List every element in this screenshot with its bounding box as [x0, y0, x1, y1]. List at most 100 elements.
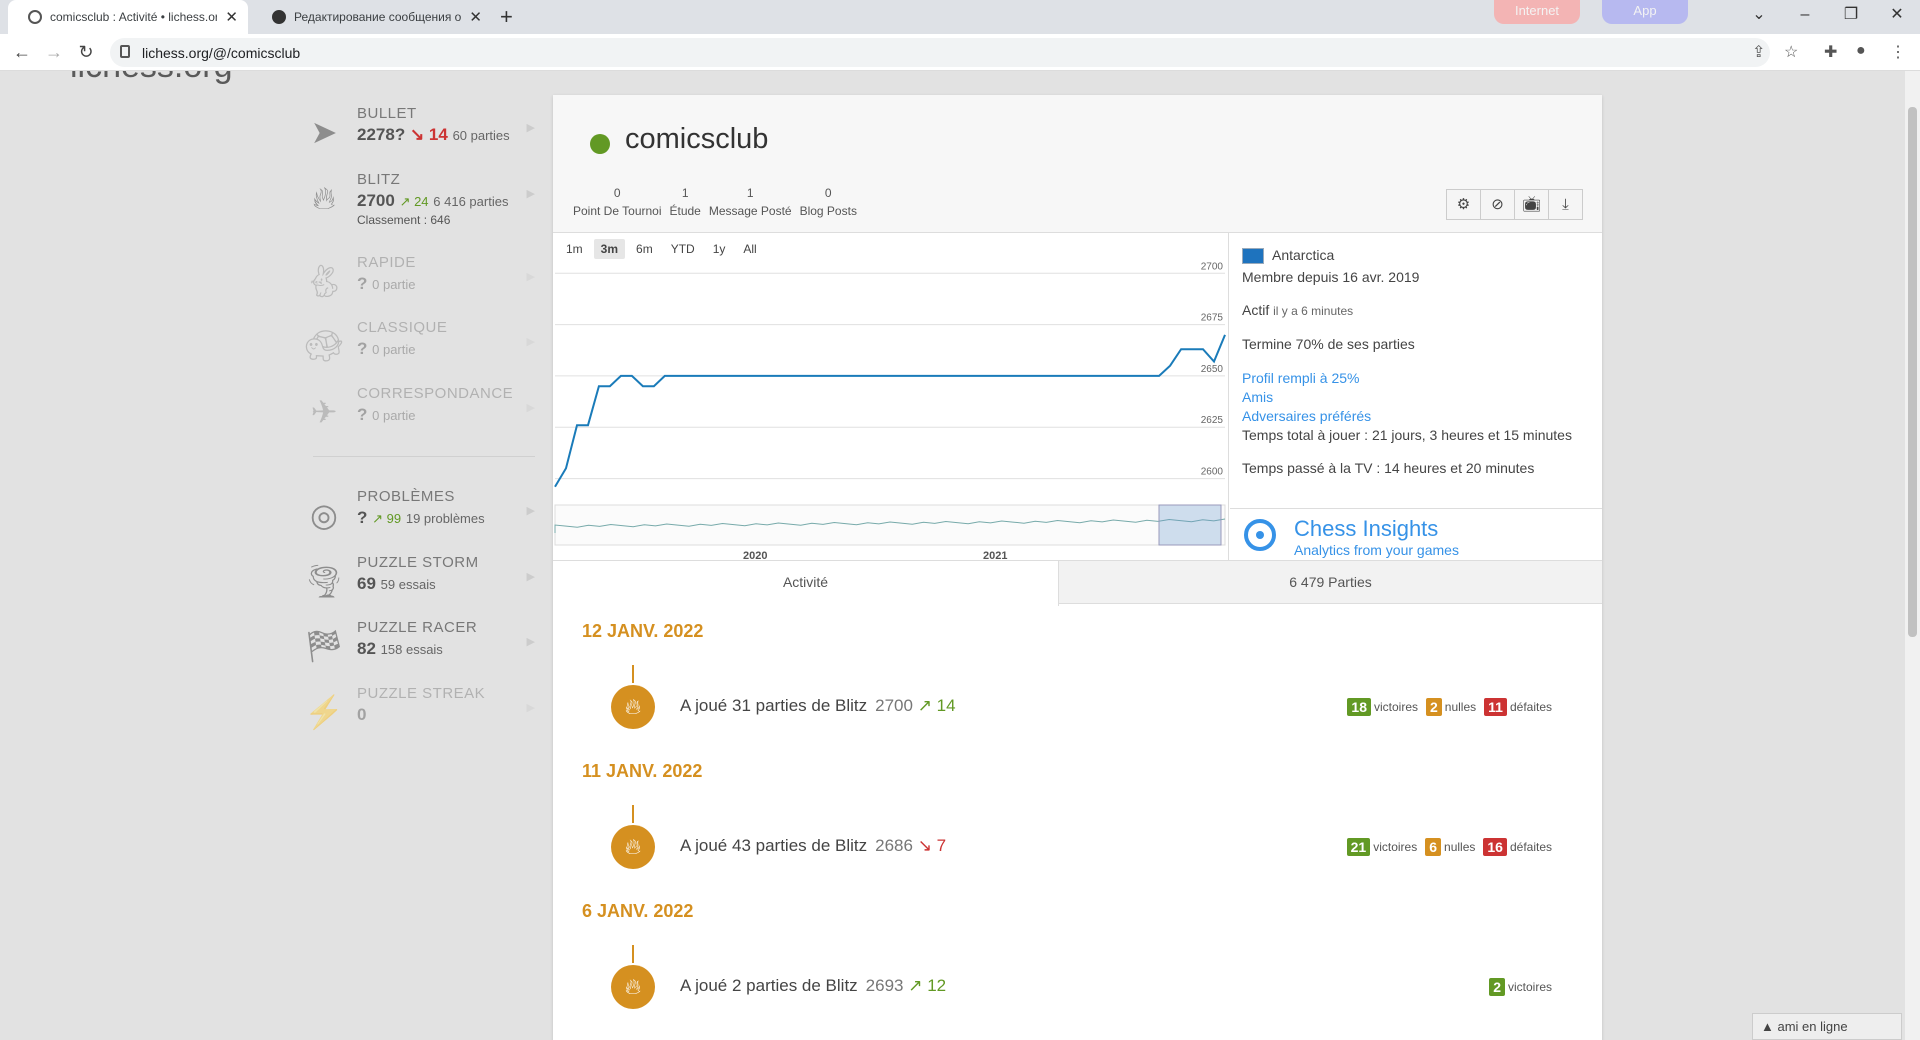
- minimize-button[interactable]: –: [1782, 0, 1828, 30]
- address-bar-row: ← → ↻ lichess.org/@/comicsclub ⇪ ☆ ✚ ● ⋮: [0, 34, 1920, 71]
- activity-date: 12 JANV. 2022: [582, 621, 704, 641]
- activity-text[interactable]: A joué 43 parties de Blitz 2686 ↘ 7: [680, 836, 946, 856]
- rating-line: [554, 334, 1226, 488]
- profile-box: comicsclub 0 Point De Tournoi 1 Étude 1 Mes…: [553, 95, 1602, 1040]
- perf-value: ? ↗ 99 19 problèmes: [357, 508, 485, 527]
- perf-name: PUZZLE STREAK: [357, 685, 486, 702]
- profile-completion-link[interactable]: Profil rempli à 25%: [1242, 370, 1360, 386]
- fire-icon: 🔥︎: [611, 965, 655, 1009]
- close-tab-icon[interactable]: ✕: [225, 8, 238, 26]
- chrome-menu-icon[interactable]: ⋮: [1890, 42, 1906, 62]
- count-blog-posts[interactable]: 0 Blog Posts: [800, 184, 857, 220]
- perf-rapid[interactable]: 🐇︎ RAPIDE ? 0 partie ▶: [303, 254, 535, 314]
- activity-date: 11 JANV. 2022: [582, 761, 703, 781]
- perf-puzzles[interactable]: ◎ PROBLÈMES ? ↗ 99 19 problèmes ▶: [303, 488, 535, 548]
- browser-tab[interactable]: Редактирование сообщения от ✕: [252, 0, 492, 34]
- perf-correspondence[interactable]: ✈ CORRESPONDANCE ? 0 partie ▶: [303, 385, 535, 445]
- y-tick-label: 2600: [1201, 467, 1224, 478]
- rating-chart: 1m 3m 6m YTD 1y All 2700 2675 2650 2625 2600 2020 2…: [553, 233, 1229, 560]
- chevron-right-icon: ▶: [526, 505, 535, 517]
- insights-subtitle: Analytics from your games: [1294, 542, 1459, 558]
- tab-title: comicsclub : Activité • lichess.org: [50, 10, 218, 24]
- profile-counts: 0 Point De Tournoi 1 Étude 1 Message Posté …: [573, 184, 857, 220]
- perf-value: 69 59 essais: [357, 574, 436, 593]
- back-arrow-icon[interactable]: ←: [10, 40, 34, 64]
- paper-plane-icon: ✈: [310, 394, 338, 430]
- perf-name: BLITZ: [357, 171, 401, 188]
- perf-name: PROBLÈMES: [357, 488, 455, 505]
- tab-title: Редактирование сообщения от: [294, 10, 462, 24]
- chess-insights-link[interactable]: Chess Insights Analytics from your games: [1230, 508, 1602, 560]
- perf-value: 82 158 essais: [357, 639, 443, 658]
- chevron-right-icon: ▶: [526, 122, 535, 134]
- completion-rate: Termine 70% de ses parties: [1242, 336, 1415, 352]
- count-tournament[interactable]: 0 Point De Tournoi: [573, 184, 662, 220]
- perf-puzzle-streak[interactable]: ⚡ PUZZLE STREAK 0 ▶: [303, 685, 535, 745]
- site-logo[interactable]: lichess.org: [70, 71, 233, 86]
- chevron-right-icon: ▶: [526, 271, 535, 283]
- scrollbar-thumb[interactable]: [1908, 107, 1917, 637]
- page-scrollbar[interactable]: [1905, 71, 1920, 1040]
- perf-puzzle-storm[interactable]: 🌪︎ PUZZLE STORM 69 59 essais ▶: [303, 554, 535, 614]
- extensions-puzzle-icon[interactable]: ✚: [1824, 42, 1837, 62]
- browser-tab-active[interactable]: comicsclub : Activité • lichess.org ✕: [8, 0, 248, 34]
- y-tick-label: 2700: [1201, 261, 1224, 272]
- perf-puzzle-racer[interactable]: 🏁︎ PUZZLE RACER 82 158 essais ▶: [303, 619, 535, 679]
- reload-icon[interactable]: ↻: [74, 40, 98, 64]
- url-text: lichess.org/@/comicsclub: [142, 45, 301, 61]
- perf-bullet[interactable]: ➤ BULLET 2278? ↘ 14 60 parties ▶: [303, 105, 535, 165]
- fire-icon: 🔥︎: [611, 685, 655, 729]
- block-icon[interactable]: ⊘: [1480, 189, 1515, 220]
- chevron-right-icon: ▶: [526, 702, 535, 714]
- new-tab-button[interactable]: +: [500, 4, 513, 30]
- perf-name: PUZZLE STORM: [357, 554, 479, 571]
- count-forum-posts[interactable]: 1 Message Posté: [709, 184, 792, 220]
- fire-icon: 🔥︎: [312, 180, 336, 216]
- activity-entry: 🔥︎ A joué 31 parties de Blitz 2700 ↗ 14 1…: [553, 665, 1602, 735]
- insights-title: Chess Insights: [1294, 516, 1439, 541]
- internet-pill[interactable]: Internet: [1494, 0, 1580, 24]
- tv-icon[interactable]: 📺︎: [1514, 189, 1549, 220]
- tab-games[interactable]: 6 479 Parties: [1059, 561, 1602, 605]
- forward-arrow-icon[interactable]: →: [42, 40, 66, 64]
- y-tick-label: 2625: [1201, 415, 1224, 426]
- timeline-stem: [632, 805, 634, 823]
- close-tab-icon[interactable]: ✕: [469, 8, 482, 26]
- omnibox[interactable]: lichess.org/@/comicsclub: [110, 38, 1770, 67]
- friends-link[interactable]: Amis: [1242, 389, 1273, 405]
- perf-classical[interactable]: 🐢︎ CLASSIQUE ? 0 partie ▶: [303, 319, 535, 379]
- count-study[interactable]: 1 Étude: [670, 184, 701, 220]
- perf-value: 0: [357, 705, 367, 724]
- tab-activity[interactable]: Activité: [553, 561, 1059, 606]
- rating-chart-svg: 2700 2675 2650 2625 2600 2020 2021: [554, 261, 1226, 560]
- friends-online-bar[interactable]: ▲ ami en ligne: [1752, 1013, 1902, 1040]
- perf-value: ? 0 partie: [357, 339, 416, 358]
- y-tick-label: 2675: [1201, 313, 1224, 324]
- chevron-right-icon: ▶: [526, 402, 535, 414]
- turtle-icon: 🐢︎: [303, 328, 345, 364]
- perf-blitz[interactable]: 🔥︎ BLITZ 2700 ↗ 24 6 416 parties Classem…: [303, 171, 535, 231]
- online-status-dot: [590, 134, 610, 154]
- perf-value: ? 0 partie: [357, 274, 416, 293]
- activity-text[interactable]: A joué 2 parties de Blitz 2693 ↗ 12: [680, 976, 946, 996]
- maximize-button[interactable]: ❐: [1828, 0, 1874, 30]
- bookmark-star-icon[interactable]: ☆: [1784, 42, 1798, 62]
- app-pill[interactable]: App: [1602, 0, 1688, 24]
- checkered-flag-icon: 🏁︎: [303, 628, 345, 664]
- lock-icon: [120, 45, 130, 58]
- profile-avatar-icon[interactable]: ●: [1856, 42, 1866, 60]
- close-window-button[interactable]: ✕: [1874, 0, 1920, 30]
- activity-date: 6 JANV. 2022: [582, 901, 694, 921]
- navigator-label: 2021: [983, 550, 1007, 560]
- site-favicon-icon: [272, 10, 286, 24]
- navigator-box: [554, 504, 1226, 546]
- download-icon[interactable]: ⤓: [1548, 189, 1583, 220]
- profile-subtabs: Activité 6 479 Parties: [553, 560, 1602, 606]
- share-icon[interactable]: ⇪: [1752, 42, 1765, 62]
- activity-text[interactable]: A joué 31 parties de Blitz 2700 ↗ 14: [680, 696, 956, 716]
- gear-icon[interactable]: ⚙: [1446, 189, 1481, 220]
- sidebar-divider: [313, 456, 535, 457]
- tab-search-icon[interactable]: ⌄: [1736, 0, 1782, 30]
- perf-name: BULLET: [357, 105, 417, 122]
- favorite-opponents-link[interactable]: Adversaires préférés: [1242, 408, 1371, 424]
